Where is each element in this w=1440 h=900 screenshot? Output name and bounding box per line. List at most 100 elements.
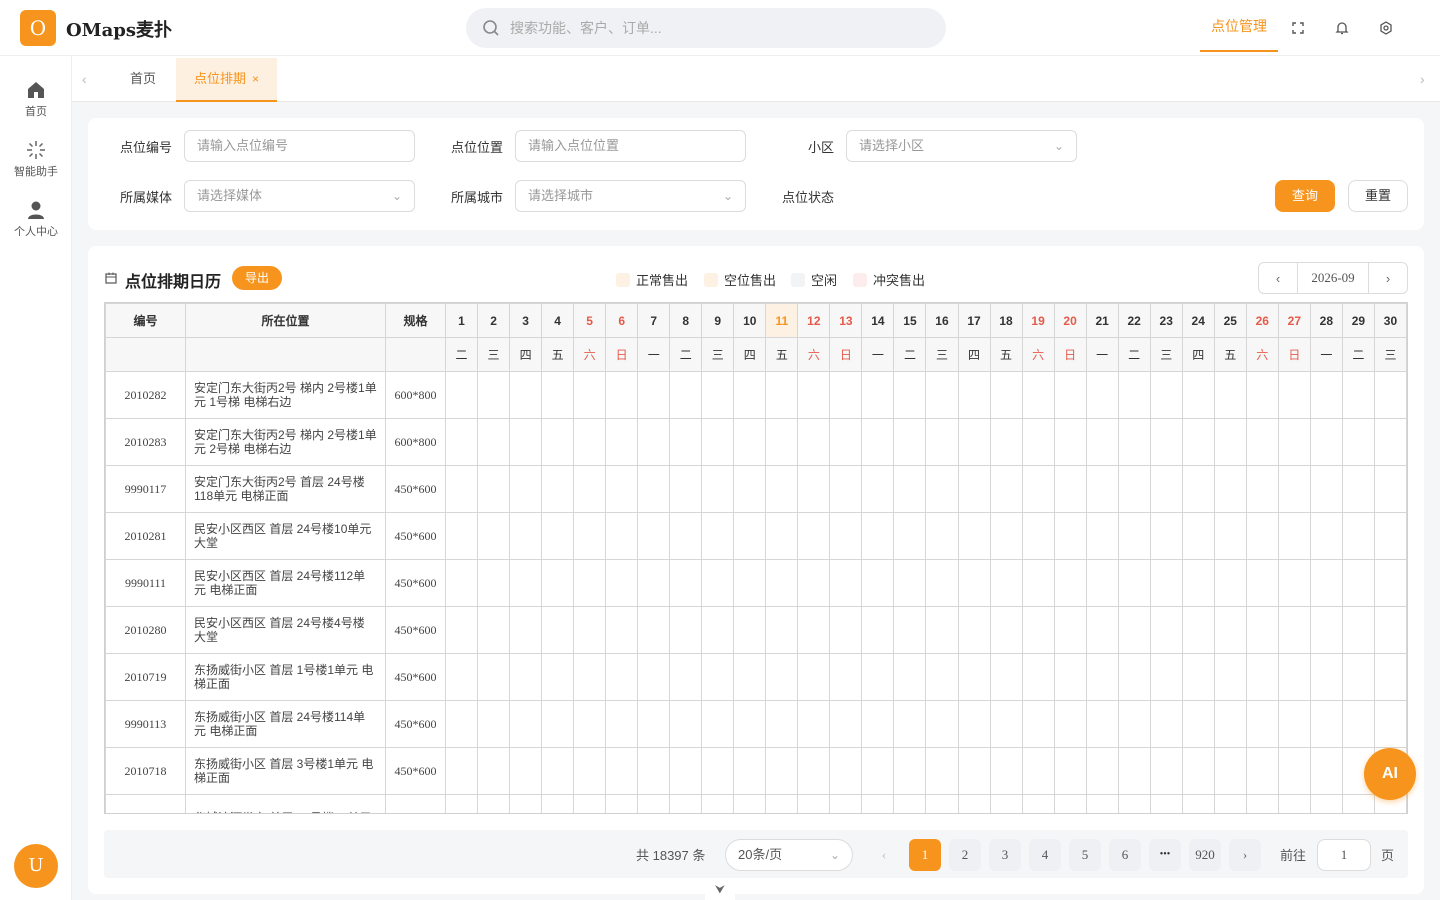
schedule-day-cell[interactable]	[541, 606, 575, 654]
schedule-day-cell[interactable]	[541, 465, 575, 513]
schedule-day-cell[interactable]	[509, 418, 543, 466]
schedule-day-cell[interactable]	[1341, 559, 1375, 607]
page-button[interactable]: 5	[1069, 839, 1101, 871]
schedule-day-cell[interactable]	[444, 606, 479, 654]
schedule-day-cell[interactable]	[605, 653, 639, 701]
schedule-day-cell[interactable]	[1085, 418, 1119, 466]
schedule-day-cell[interactable]	[893, 418, 927, 466]
schedule-day-cell[interactable]	[1181, 465, 1215, 513]
schedule-day-cell[interactable]	[1341, 371, 1375, 419]
schedule-day-cell[interactable]	[1053, 559, 1087, 607]
schedule-day-cell[interactable]	[829, 606, 863, 654]
schedule-day-cell[interactable]	[829, 465, 863, 513]
schedule-day-cell[interactable]	[829, 794, 863, 813]
schedule-day-cell[interactable]	[605, 559, 639, 607]
schedule-day-cell[interactable]	[605, 606, 639, 654]
table-row[interactable]: 2010283 安定门东大街丙2号 梯内 2号楼1单元 2号梯 电梯右边 600*8…	[105, 418, 1407, 466]
schedule-day-cell[interactable]	[1149, 606, 1183, 654]
schedule-day-cell[interactable]	[1021, 794, 1055, 813]
schedule-day-cell[interactable]	[1341, 653, 1375, 701]
schedule-day-cell[interactable]	[1149, 371, 1183, 419]
nav-point-management[interactable]: 点位管理	[1200, 0, 1278, 52]
schedule-day-cell[interactable]	[861, 606, 895, 654]
schedule-day-cell[interactable]	[541, 700, 575, 748]
schedule-day-cell[interactable]	[893, 653, 927, 701]
schedule-day-cell[interactable]	[957, 747, 991, 795]
city-select[interactable]: 请选择城市 ⌄	[515, 180, 746, 212]
schedule-day-cell[interactable]	[797, 559, 831, 607]
schedule-day-cell[interactable]	[605, 747, 639, 795]
schedule-day-cell[interactable]	[669, 794, 703, 813]
schedule-day-cell[interactable]	[733, 700, 767, 748]
schedule-day-cell[interactable]	[989, 512, 1023, 560]
schedule-day-cell[interactable]	[1085, 653, 1119, 701]
schedule-day-cell[interactable]	[893, 465, 927, 513]
schedule-day-cell[interactable]	[1213, 418, 1247, 466]
sidebar-item-home[interactable]: 首页	[0, 80, 72, 119]
schedule-day-cell[interactable]	[701, 794, 735, 813]
schedule-day-cell[interactable]	[1021, 418, 1055, 466]
schedule-day-cell[interactable]	[957, 559, 991, 607]
schedule-day-cell[interactable]	[1373, 512, 1407, 560]
schedule-day-cell[interactable]	[1277, 606, 1311, 654]
schedule-day-cell[interactable]	[541, 559, 575, 607]
schedule-day-cell[interactable]	[1181, 512, 1215, 560]
schedule-day-cell[interactable]	[1245, 606, 1279, 654]
schedule-day-cell[interactable]	[573, 653, 607, 701]
schedule-day-cell[interactable]	[1181, 418, 1215, 466]
schedule-day-cell[interactable]	[1373, 465, 1407, 513]
schedule-day-cell[interactable]	[1213, 747, 1247, 795]
schedule-day-cell[interactable]	[765, 794, 799, 813]
schedule-day-cell[interactable]	[829, 371, 863, 419]
schedule-day-cell[interactable]	[509, 606, 543, 654]
schedule-day-cell[interactable]	[1053, 606, 1087, 654]
schedule-day-cell[interactable]	[797, 465, 831, 513]
schedule-day-cell[interactable]	[1309, 465, 1343, 513]
page-button[interactable]: 3	[989, 839, 1021, 871]
schedule-day-cell[interactable]	[1149, 512, 1183, 560]
point-position-input[interactable]: 请输入点位位置	[515, 130, 746, 162]
schedule-day-cell[interactable]	[1181, 606, 1215, 654]
schedule-day-cell[interactable]	[861, 418, 895, 466]
settings-icon[interactable]	[1378, 20, 1394, 36]
page-button[interactable]: 4	[1029, 839, 1061, 871]
schedule-day-cell[interactable]	[1117, 747, 1151, 795]
schedule-day-cell[interactable]	[541, 653, 575, 701]
schedule-day-cell[interactable]	[1149, 794, 1183, 813]
schedule-day-cell[interactable]	[701, 606, 735, 654]
schedule-day-cell[interactable]	[701, 700, 735, 748]
schedule-day-cell[interactable]	[1021, 700, 1055, 748]
schedule-day-cell[interactable]	[829, 747, 863, 795]
schedule-day-cell[interactable]	[1021, 465, 1055, 513]
schedule-day-cell[interactable]	[1117, 371, 1151, 419]
table-row[interactable]: 9990117 安定门东大街丙2号 首层 24号楼118单元 电梯正面 450*60…	[105, 465, 1407, 513]
schedule-day-cell[interactable]	[925, 512, 959, 560]
schedule-day-cell[interactable]	[509, 700, 543, 748]
schedule-day-cell[interactable]	[444, 700, 479, 748]
schedule-day-cell[interactable]	[893, 512, 927, 560]
schedule-day-cell[interactable]	[541, 747, 575, 795]
schedule-day-cell[interactable]	[637, 606, 671, 654]
schedule-day-cell[interactable]	[573, 418, 607, 466]
page-button[interactable]: 2	[949, 839, 981, 871]
schedule-day-cell[interactable]	[765, 700, 799, 748]
schedule-day-cell[interactable]	[573, 512, 607, 560]
schedule-day-cell[interactable]	[1117, 418, 1151, 466]
schedule-day-cell[interactable]	[1117, 700, 1151, 748]
app-logo[interactable]: O	[20, 10, 56, 46]
schedule-day-cell[interactable]	[477, 700, 511, 748]
schedule-day-cell[interactable]	[444, 371, 479, 419]
table-row[interactable]: 2010719 东扬威街小区 首层 1号楼1单元 电梯正面 450*600	[105, 653, 1407, 701]
schedule-day-cell[interactable]	[637, 371, 671, 419]
schedule-day-cell[interactable]	[477, 653, 511, 701]
schedule-day-cell[interactable]	[797, 606, 831, 654]
tab-scroll-left-icon[interactable]: ‹	[82, 71, 87, 87]
schedule-day-cell[interactable]	[765, 465, 799, 513]
schedule-day-cell[interactable]	[444, 653, 479, 701]
avatar[interactable]: U	[14, 844, 58, 888]
community-select[interactable]: 请选择小区 ⌄	[846, 130, 1077, 162]
schedule-day-cell[interactable]	[669, 418, 703, 466]
schedule-day-cell[interactable]	[477, 794, 511, 813]
schedule-day-cell[interactable]	[1021, 653, 1055, 701]
schedule-day-cell[interactable]	[1021, 747, 1055, 795]
